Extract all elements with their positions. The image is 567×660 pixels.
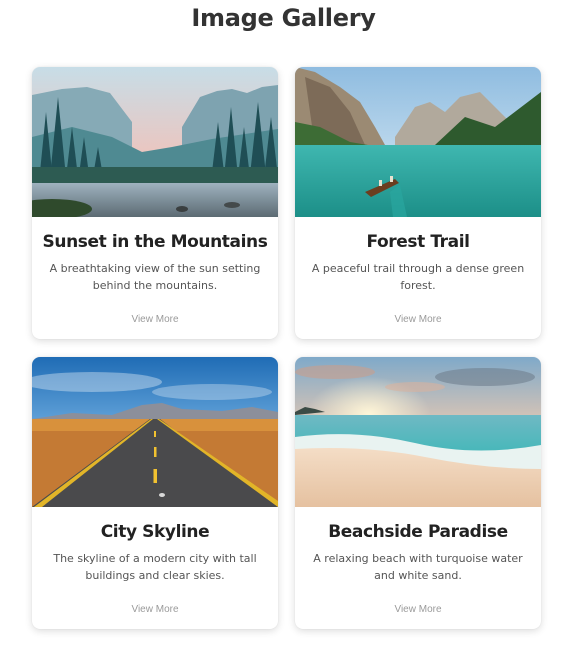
card-title: Beachside Paradise	[328, 522, 508, 542]
card-description: A peaceful trail through a dense green f…	[311, 262, 525, 292]
card-description: A breathtaking view of the sun setting b…	[49, 262, 261, 292]
card-image-mountain-sunset	[32, 67, 278, 217]
card-description: A relaxing beach with turquoise water an…	[313, 552, 523, 582]
gallery-card-beachside-paradise: Beachside Paradise A relaxing beach with…	[295, 357, 541, 629]
page-title: Image Gallery	[191, 4, 376, 32]
view-more-link[interactable]: View More	[295, 604, 541, 615]
view-more-link[interactable]: View More	[32, 604, 278, 615]
gallery-card-city-skyline: City Skyline The skyline of a modern cit…	[32, 357, 278, 629]
card-image-turquoise-lake	[295, 67, 541, 217]
gallery-card-sunset-mountains: Sunset in the Mountains A breathtaking v…	[32, 67, 278, 339]
view-more-link[interactable]: View More	[32, 314, 278, 325]
card-description: The skyline of a modern city with tall b…	[53, 552, 257, 582]
gallery-card-forest-trail: Forest Trail A peaceful trail through a …	[295, 67, 541, 339]
card-title: City Skyline	[100, 522, 210, 542]
card-image-desert-road	[32, 357, 278, 507]
view-more-link[interactable]: View More	[295, 314, 541, 325]
card-title: Sunset in the Mountains	[42, 232, 268, 252]
image-gallery-grid: Sunset in the Mountains A breathtaking v…	[32, 67, 542, 629]
card-title: Forest Trail	[366, 232, 470, 252]
card-image-beach-sunset	[295, 357, 541, 507]
